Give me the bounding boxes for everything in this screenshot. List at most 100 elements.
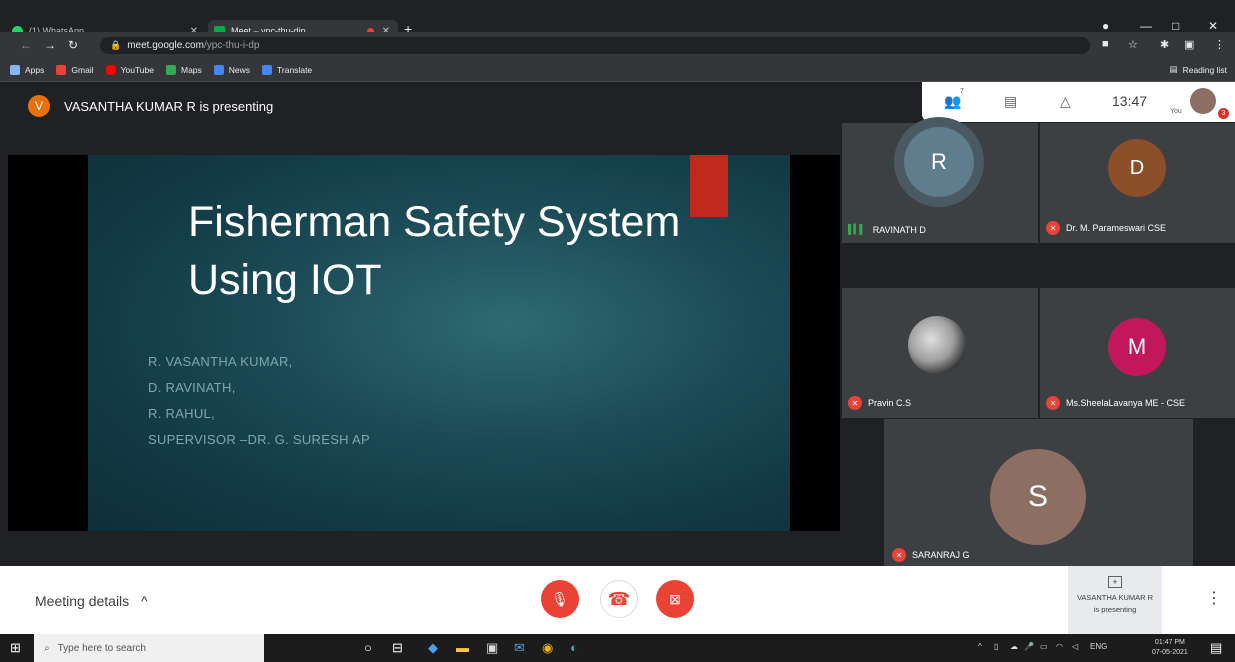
bookmark-star-icon[interactable]: ☆ [1128,38,1138,51]
participant-name: SARANRAJ G [912,550,970,560]
participant-name-row: ✕ Dr. M. Parameswari CSE [1046,221,1166,235]
forward-icon[interactable]: → [44,38,56,52]
more-options-icon[interactable]: ⋮ [1206,588,1222,608]
bookmark-apps[interactable]: Apps [10,64,45,75]
meeting-details-button[interactable]: Meeting details ^ [35,593,148,609]
self-avatar[interactable] [1190,88,1216,114]
cortana-icon[interactable]: ○ [364,640,372,655]
taskbar-search-input[interactable]: ⌕ Type here to search [34,634,264,662]
edge-icon[interactable]: ◐ [570,640,578,655]
back-icon[interactable]: ← [20,38,32,52]
screen: (1) WhatsApp ✕ Meet – ypc-thu-dip ✕ + ● … [0,0,1235,662]
notifications-icon[interactable]: ▤ [1210,640,1222,656]
bookmark-maps[interactable]: Maps [165,64,202,75]
slide-author: R. RAHUL, [148,406,215,421]
bookmark-label: Maps [180,64,202,75]
slide-author-list: R. VASANTHA KUMAR, D. RAVINATH, R. RAHUL… [148,349,370,453]
participant-tile[interactable]: S ✕ SARANRAJ G [884,419,1193,566]
url-field[interactable]: 🔒 meet.google.com /ypc-thu-i-dp [100,37,1090,54]
participant-name-row: ✕ Pravin C.S [848,396,911,410]
participant-avatar: M [1108,318,1166,376]
file-explorer-icon[interactable]: ▬ [456,640,469,655]
browser-tab-strip: (1) WhatsApp ✕ Meet – ypc-thu-dip ✕ + ● … [0,0,1235,42]
mic-toggle-button[interactable]: 🎙 [541,580,579,618]
mic-off-icon: ✕ [1046,221,1060,235]
clock-date: 07-05-2021 [1152,649,1188,656]
maps-icon [165,64,176,75]
tray-chevron-icon[interactable]: ^ [978,642,982,651]
tray-app-icon[interactable]: ▯ [994,642,998,651]
lock-icon: 🔒 [110,40,122,50]
extension-icon[interactable]: ▣ [1184,38,1194,51]
onedrive-icon[interactable]: ☁ [1010,642,1018,651]
meeting-details-label: Meeting details [35,593,130,609]
participant-name-row: ✕ SARANRAJ G [892,548,970,562]
url-host: meet.google.com [127,40,204,51]
slide-author: R. VASANTHA KUMAR, [148,354,293,369]
participant-name: Ms.SheelaLavanya ME - CSE [1066,398,1186,408]
language-indicator[interactable]: ENG [1090,642,1107,651]
wifi-icon[interactable]: ◠ [1056,642,1063,651]
participant-tile[interactable]: M ✕ Ms.SheelaLavanya ME - CSE [1040,288,1235,418]
mic-off-icon: 🎙 [551,590,569,607]
windows-start-icon[interactable]: ⊞ [10,640,21,656]
close-window-button[interactable]: ✕ [1208,19,1218,33]
bookmark-label: YouTube [120,64,154,75]
you-label: You [1170,108,1182,115]
clock-time: 01:47 PM [1154,639,1185,646]
meeting-controls-bar: Meeting details ^ 🎙 ☎ ⊠ + VASANTHA KUMAR… [0,566,1235,634]
taskbar-clock[interactable]: 01:47 PM 07-05-2021 [1152,638,1188,658]
bookmark-label: Translate [277,64,313,75]
participant-avatar: S [990,449,1086,545]
presentation-slide: Fisherman Safety System Using IOT R. VAS… [88,155,790,531]
minimize-button[interactable]: — [1140,19,1152,33]
participant-tile[interactable]: ✕ Pravin C.S [842,288,1038,418]
people-count: 7 [960,88,964,95]
mic-tray-icon[interactable]: 🎤 [1024,642,1034,651]
extensions-icon[interactable]: ✱ [1160,38,1169,51]
bookmark-news[interactable]: News [213,64,250,75]
app-icon[interactable]: ◆ [428,640,438,656]
profile-icon[interactable]: ● [1102,19,1109,33]
chevron-up-icon: ^ [141,593,148,609]
news-icon [213,64,224,75]
participant-avatar: D [1108,139,1166,197]
address-bar-row: ← → ↻ 🔒 meet.google.com /ypc-thu-i-dp ■ … [0,32,1235,58]
camera-off-icon: ⊠ [669,590,681,607]
store-icon[interactable]: ▣ [486,640,498,656]
meeting-clock: 13:47 [1112,93,1148,109]
people-icon[interactable]: 👥 [944,93,961,110]
activities-icon[interactable]: △ [1060,93,1071,110]
chrome-icon[interactable]: ◉ [542,640,553,656]
bookmark-youtube[interactable]: YouTube [105,64,154,75]
bookmark-label: Apps [25,64,45,75]
volume-icon[interactable]: ◁ [1072,642,1078,651]
task-view-icon[interactable]: ⊟ [392,640,403,656]
reading-list-icon: ▤ [1169,64,1178,74]
bookmark-translate[interactable]: Translate [262,64,313,75]
presenting-status[interactable]: + VASANTHA KUMAR R is presenting [1068,566,1162,634]
presenter-text: VASANTHA KUMAR R is presenting [64,98,274,114]
maximize-button[interactable]: □ [1172,19,1179,33]
reading-list-button[interactable]: ▤ Reading list [1170,64,1227,75]
bookmark-gmail[interactable]: Gmail [56,64,94,75]
participant-name-row: ▌▍▌ RAVINATH D [848,224,926,235]
presenting-status-text: is presenting [1093,605,1137,614]
url-path: /ypc-thu-i-dp [203,40,260,51]
presentation-area: Fisherman Safety System Using IOT R. VAS… [8,155,840,531]
participant-tile[interactable]: R ▌▍▌ RAVINATH D [842,117,1038,243]
reload-icon[interactable]: ↻ [68,38,78,52]
menu-icon[interactable]: ⋮ [1214,38,1225,51]
battery-icon[interactable]: ▭ [1040,642,1048,651]
notification-badge: 3 [1218,108,1229,119]
camera-toggle-button[interactable]: ⊠ [656,580,694,618]
mail-icon[interactable]: ✉ [514,640,525,656]
leave-call-button[interactable]: ☎ [600,580,638,618]
search-placeholder: Type here to search [57,642,146,654]
camera-in-use-icon[interactable]: ■ [1102,38,1109,50]
chat-icon[interactable]: ▤ [1004,93,1017,110]
participant-tile[interactable]: D ✕ Dr. M. Parameswari CSE [1040,123,1235,243]
presenter-banner: V VASANTHA KUMAR R is presenting [28,95,273,117]
presenting-name: VASANTHA KUMAR R [1076,593,1154,602]
apps-grid-icon [10,64,20,75]
